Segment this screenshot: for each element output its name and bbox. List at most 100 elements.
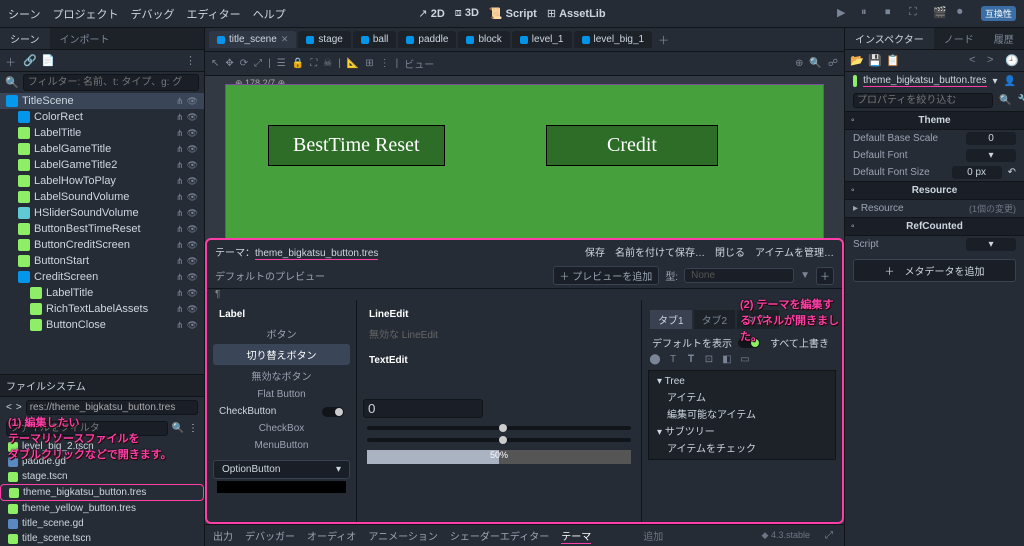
filesystem-header[interactable]: ファイルシステム xyxy=(0,374,204,397)
instance-icon[interactable]: 🔗 xyxy=(23,54,37,68)
rss-icon[interactable]: ⋔ xyxy=(176,272,184,283)
preview-flat-button[interactable]: Flat Button xyxy=(213,386,350,403)
visibility-icon[interactable]: 👁 xyxy=(187,208,198,219)
prop-default-font-value[interactable]: ▾ xyxy=(966,149,1016,162)
constant-icon[interactable]: T xyxy=(666,352,680,366)
skeleton-icon[interactable]: ☠ xyxy=(323,58,332,69)
movie-icon[interactable]: ⏺ xyxy=(957,6,973,22)
tab-assetlib[interactable]: ⊞ AssetLib xyxy=(547,7,606,20)
override-all-button[interactable]: すべて上書き xyxy=(770,335,829,350)
rss-icon[interactable]: ⋔ xyxy=(176,112,184,123)
rss-icon[interactable]: ⋔ xyxy=(176,128,184,139)
fs-item[interactable]: title_scene.gd xyxy=(0,516,204,531)
snap-icon[interactable]: ⊞ xyxy=(365,58,373,69)
fs-search-icon[interactable]: 🔍 xyxy=(172,423,184,434)
visibility-icon[interactable]: 👁 xyxy=(187,256,198,267)
prop-default-font-size-value[interactable]: 0 px xyxy=(952,166,1002,179)
prop-base-scale-value[interactable]: 0 xyxy=(966,132,1016,145)
theme-save-as[interactable]: 名前を付けて保存… xyxy=(615,244,705,259)
ruler-icon[interactable]: 📐 xyxy=(347,58,359,69)
tab-output[interactable]: 出力 xyxy=(213,528,233,543)
tab-animation[interactable]: アニメーション xyxy=(368,528,438,543)
rotate-icon[interactable]: ⟳ xyxy=(240,58,248,69)
scene-tab[interactable]: stage xyxy=(298,31,350,48)
fs-item[interactable]: theme_yellow_button.tres xyxy=(0,501,204,516)
fs-item[interactable]: theme_bigkatsu_button.tres xyxy=(0,484,204,501)
color-icon[interactable]: ⬤ xyxy=(648,352,662,366)
preview-spinbox[interactable] xyxy=(363,399,483,418)
more-icon[interactable]: ⋮ xyxy=(185,54,199,68)
tree-node[interactable]: LabelSoundVolume⋔👁 xyxy=(0,189,204,205)
inspector-filter-input[interactable] xyxy=(853,93,993,108)
tab-3[interactable]: タブ3 xyxy=(737,310,779,329)
insp-copy-icon[interactable]: 📋 xyxy=(886,54,900,68)
remote-icon[interactable]: ⛶ xyxy=(909,6,925,22)
rss-icon[interactable]: ⋔ xyxy=(176,320,184,331)
scene-tab[interactable]: level_big_1 xyxy=(574,31,653,48)
list-icon[interactable]: ☰ xyxy=(277,58,286,69)
attach-script-icon[interactable]: 📄 xyxy=(41,54,55,68)
add-metadata-button[interactable]: ＋ メタデータを追加 xyxy=(853,259,1016,282)
insp-search-icon[interactable]: 🔍 xyxy=(999,95,1011,106)
prop-resource[interactable]: ▸ Resource xyxy=(853,203,963,214)
show-default-toggle[interactable] xyxy=(738,338,760,348)
rss-icon[interactable]: ⋔ xyxy=(176,256,184,267)
preview-checkbutton[interactable]: CheckButton xyxy=(219,406,276,417)
scene-tree[interactable]: TitleScene⋔👁ColorRect⋔👁LabelTitle⋔👁Label… xyxy=(0,93,204,374)
select-icon[interactable]: ↖ xyxy=(211,58,219,69)
preview-menubutton[interactable]: MenuButton xyxy=(213,437,350,454)
rss-icon[interactable]: ⋔ xyxy=(176,96,184,107)
visibility-icon[interactable]: 👁 xyxy=(187,240,198,251)
snap-options-icon[interactable]: ⋮ xyxy=(380,58,390,69)
fontsize-icon[interactable]: ⊡ xyxy=(702,352,716,366)
scene-filter-input[interactable] xyxy=(23,74,199,91)
tab-inspector[interactable]: インスペクター xyxy=(845,28,934,49)
layers-icon[interactable]: ☍ xyxy=(828,58,838,69)
lock-icon[interactable]: 🔒 xyxy=(292,58,304,69)
menu-help[interactable]: ヘルプ xyxy=(253,6,286,22)
preview-lineedit[interactable]: LineEdit xyxy=(363,306,635,323)
tab-node[interactable]: ノード xyxy=(934,28,984,49)
tab-script[interactable]: 📜 Script xyxy=(489,7,537,20)
rss-icon[interactable]: ⋔ xyxy=(176,224,184,235)
visibility-icon[interactable]: 👁 xyxy=(187,288,198,299)
add-scene-tab[interactable]: ＋ xyxy=(658,32,669,48)
visibility-icon[interactable]: 👁 xyxy=(187,112,198,123)
insp-save-icon[interactable]: 💾 xyxy=(868,54,882,68)
fs-more-icon[interactable]: ⋮ xyxy=(188,423,198,434)
tree-node[interactable]: LabelHowToPlay⋔👁 xyxy=(0,173,204,189)
insp-fwd-icon[interactable]: > xyxy=(987,54,1001,68)
scene-tab[interactable]: block xyxy=(458,31,509,48)
tab-2d[interactable]: ↗ 2D xyxy=(418,7,444,20)
section-theme[interactable]: ◦Theme xyxy=(845,111,1024,130)
preview-checkbox[interactable]: CheckBox xyxy=(213,420,350,437)
game-button-besttime[interactable]: BestTime Reset xyxy=(268,125,445,166)
rss-icon[interactable]: ⋔ xyxy=(176,288,184,299)
group-icon[interactable]: ⛶ xyxy=(310,58,317,69)
menu-project[interactable]: プロジェクト xyxy=(52,6,118,22)
play-icon[interactable]: ▶ xyxy=(837,6,853,22)
filesystem-list[interactable]: level_big_2.tscnpaddle.gdstage.tscntheme… xyxy=(0,439,204,546)
scene-tab[interactable]: title_scene✕ xyxy=(209,31,296,48)
inspector-resource-name[interactable]: theme_bigkatsu_button.tres xyxy=(863,75,986,87)
tree-node[interactable]: HSliderSoundVolume⋔👁 xyxy=(0,205,204,221)
scale-icon[interactable]: ⤢ xyxy=(254,58,262,69)
preview-textedit[interactable]: TextEdit xyxy=(363,352,635,369)
type-select[interactable]: None xyxy=(684,268,794,283)
theme-manage-items[interactable]: アイテムを管理… xyxy=(755,244,834,259)
check-toggle[interactable] xyxy=(322,407,344,417)
fs-filter-input[interactable] xyxy=(6,421,168,436)
visibility-icon[interactable]: 👁 xyxy=(187,144,198,155)
rss-icon[interactable]: ⋔ xyxy=(176,144,184,155)
tree-node[interactable]: ButtonCreditScreen⋔👁 xyxy=(0,237,204,253)
visibility-icon[interactable]: 👁 xyxy=(187,304,198,315)
rss-icon[interactable]: ⋔ xyxy=(176,240,184,251)
revert-icon[interactable]: ↶ xyxy=(1008,167,1016,178)
rss-icon[interactable]: ⋔ xyxy=(176,176,184,187)
rss-icon[interactable]: ⋔ xyxy=(176,192,184,203)
preview-slider2[interactable] xyxy=(367,438,631,442)
tab-import-dock[interactable]: インポート xyxy=(50,28,120,49)
visibility-icon[interactable]: 👁 xyxy=(187,224,198,235)
fs-item[interactable]: stage.tscn xyxy=(0,469,204,484)
fs-path-input[interactable] xyxy=(26,400,198,415)
